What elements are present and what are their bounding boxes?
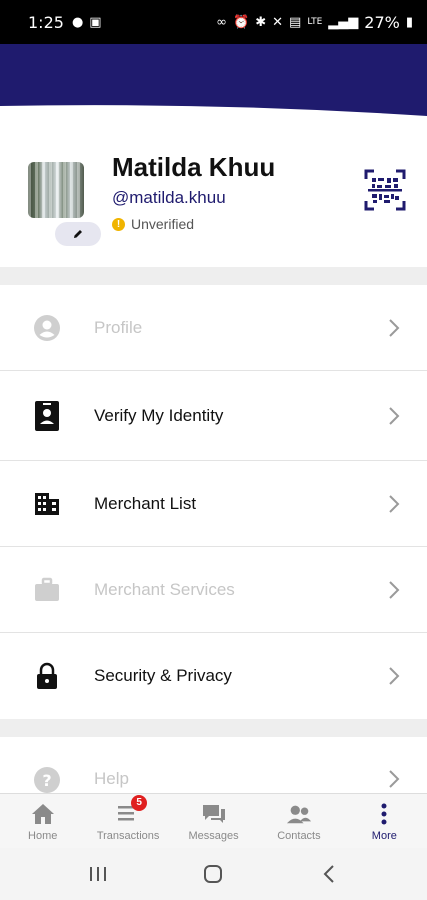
user-name: Matilda Khuu: [112, 152, 276, 182]
briefcase-icon: [32, 575, 62, 605]
home-button[interactable]: [193, 854, 233, 894]
chevron-right-icon: [389, 407, 400, 425]
tab-label-home: Home: [28, 829, 58, 842]
chevron-right-icon: [389, 581, 400, 599]
tab-label-transactions: Transactions: [96, 829, 160, 842]
battery-icon: ▮: [405, 14, 413, 30]
battery-level: 27%: [364, 12, 400, 32]
alarm-icon: ⏰: [233, 14, 250, 30]
tab-more[interactable]: More: [342, 794, 427, 848]
menu-label-security-privacy: Security & Privacy: [94, 666, 232, 685]
system-navigation-bar: [0, 848, 427, 900]
menu-item-verify-identity[interactable]: Verify My Identity: [0, 371, 427, 461]
svg-text:?: ?: [42, 771, 51, 790]
status-notification-icons: ● ▣: [72, 15, 102, 30]
link-icon: ∞: [216, 14, 228, 30]
tab-home[interactable]: Home: [0, 794, 85, 848]
qr-code-icon: [364, 169, 406, 211]
list-icon: 5: [115, 794, 148, 827]
tab-label-more: More: [371, 829, 397, 842]
mute-icon: ✕: [272, 14, 284, 30]
image-icon: ▣: [89, 14, 102, 30]
chevron-right-icon: [389, 770, 400, 788]
menu-label-verify-identity: Verify My Identity: [94, 406, 224, 425]
signal-icon: ▂▄▆: [328, 14, 359, 30]
tab-messages[interactable]: Messages: [171, 794, 256, 848]
back-button[interactable]: [309, 854, 349, 894]
transactions-badge: 5: [131, 794, 148, 811]
home-icon: [30, 801, 56, 827]
menu-item-merchant-services[interactable]: Merchant Services: [0, 547, 427, 633]
user-handle: @matilda.khuu: [112, 188, 226, 207]
chat-icon: [201, 801, 227, 827]
chevron-right-icon: [389, 495, 400, 513]
nfc-icon: ▤: [289, 14, 302, 30]
chevron-right-icon: [389, 319, 400, 337]
bottom-navigation: Home 5 Transactions Messages Contacts Mo…: [0, 793, 427, 848]
recent-apps-icon: [89, 867, 106, 881]
chevron-right-icon: [389, 667, 400, 685]
more-vertical-icon: [371, 801, 397, 827]
profile-card: Matilda Khuu @matilda.khuu ! Unverified: [0, 124, 427, 267]
tab-contacts[interactable]: Contacts: [256, 794, 341, 848]
header-banner: [0, 44, 427, 124]
help-circle-icon: ?: [32, 765, 62, 793]
pencil-icon: [74, 230, 82, 238]
status-bar: 1:25 ● ▣ ∞ ⏰ ✱ ✕ ▤ LTE ▂▄▆ 27% ▮: [0, 0, 427, 44]
home-circle-icon: [204, 865, 223, 883]
menu-label-merchant-services: Merchant Services: [94, 580, 235, 599]
lock-icon: [32, 661, 62, 691]
menu-item-merchant-list[interactable]: Merchant List: [0, 461, 427, 547]
tab-label-messages: Messages: [188, 829, 239, 842]
person-circle-icon: [32, 313, 62, 343]
recent-apps-button[interactable]: [78, 854, 118, 894]
edit-avatar-button[interactable]: [55, 222, 101, 246]
warning-icon: !: [112, 217, 125, 231]
tab-transactions[interactable]: 5 Transactions: [85, 794, 170, 848]
qr-code-button[interactable]: [364, 169, 406, 211]
contacts-icon: [286, 801, 312, 827]
id-badge-icon: [32, 401, 62, 431]
building-icon: [32, 489, 62, 519]
menu-label-help: Help: [94, 769, 129, 788]
verification-status: ! Unverified: [112, 216, 194, 232]
verification-label: Unverified: [131, 216, 195, 232]
back-chevron-icon: [323, 865, 334, 883]
tab-label-contacts: Contacts: [277, 829, 321, 842]
menu-label-merchant-list: Merchant List: [94, 494, 197, 513]
menu-item-profile[interactable]: Profile: [0, 285, 427, 371]
bluetooth-icon: ✱: [255, 14, 267, 30]
menu-item-security-privacy[interactable]: Security & Privacy: [0, 633, 427, 719]
status-time: 1:25: [28, 12, 64, 32]
avatar[interactable]: [28, 162, 84, 218]
menu-label-profile: Profile: [94, 318, 143, 337]
network-type: LTE: [307, 17, 323, 27]
section-divider: [0, 719, 427, 737]
status-right: ∞ ⏰ ✱ ✕ ▤ LTE ▂▄▆ 27% ▮: [216, 13, 413, 32]
spotify-icon: ●: [71, 14, 84, 30]
menu-item-help[interactable]: ? Help: [0, 737, 427, 793]
section-divider: [0, 267, 427, 285]
